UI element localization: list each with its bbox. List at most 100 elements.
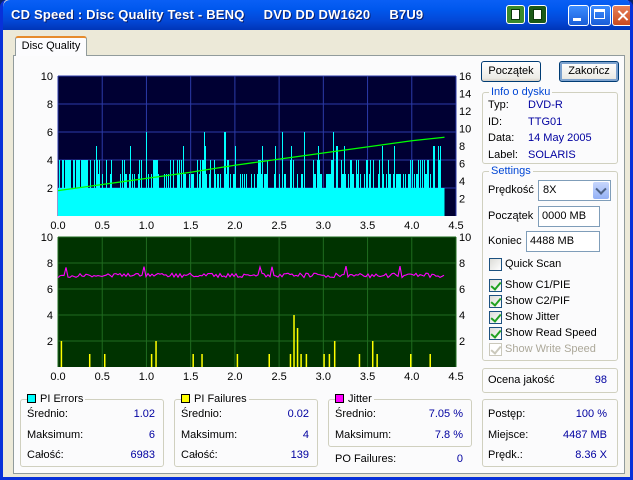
y-right-tick-label: 10 bbox=[459, 124, 471, 136]
pi-failures-bar bbox=[358, 354, 361, 367]
pi-errors-bar bbox=[332, 160, 333, 188]
pi-errors-bar bbox=[210, 160, 211, 188]
pi-errors-bar bbox=[151, 174, 152, 188]
pi-failures-chart: 0.0 0.5 1.0 1.5 2.0 2.5 3.0 3.5 4.0 4.5 2 4 6 8 10 2 4 6 8… bbox=[41, 232, 472, 383]
pi-errors-bar bbox=[204, 132, 205, 188]
show-jitter-checkbox[interactable] bbox=[489, 311, 502, 324]
pi-errors-bar bbox=[320, 174, 321, 188]
tab-disc-quality[interactable]: Disc Quality bbox=[15, 36, 87, 56]
pi-errors-bar bbox=[352, 174, 353, 188]
pi-errors-bar bbox=[96, 146, 97, 188]
pi-errors-bar bbox=[408, 174, 409, 188]
start-position-input[interactable]: 0000 MB bbox=[538, 206, 600, 227]
pi-errors-bar bbox=[77, 160, 78, 188]
y-right-tick-label: 4 bbox=[459, 310, 465, 322]
show-write-speed-checkbox bbox=[489, 343, 502, 356]
finish-button[interactable]: Zakończ bbox=[559, 61, 619, 82]
pi-errors-bar bbox=[240, 174, 241, 188]
copy-icon[interactable] bbox=[506, 5, 525, 24]
show-c2-pif-checkbox[interactable] bbox=[489, 295, 502, 308]
pi-failures-bar bbox=[410, 354, 412, 367]
start-button[interactable]: Początek bbox=[481, 61, 541, 82]
pi-errors-total-label: Całość: bbox=[27, 449, 64, 461]
pi-errors-bar bbox=[261, 174, 262, 188]
pi-errors-bar bbox=[360, 174, 361, 188]
pi-errors-bar bbox=[326, 174, 327, 188]
show-read-speed-checkbox[interactable] bbox=[489, 327, 502, 340]
y-left-tick-label: 4 bbox=[47, 310, 53, 322]
pi-failures-bar bbox=[333, 341, 336, 367]
pi-errors-bar bbox=[90, 160, 91, 188]
end-position-input[interactable]: 4488 MB bbox=[526, 231, 600, 252]
pi-errors-bar bbox=[426, 174, 427, 188]
pi-errors-bar bbox=[373, 160, 374, 188]
pi-errors-bar bbox=[285, 174, 286, 188]
pi-errors-bar bbox=[290, 160, 291, 188]
pi-errors-bar bbox=[440, 146, 441, 188]
window-title: CD Speed : Disc Quality Test - BENQ DVD … bbox=[11, 7, 424, 22]
pi-errors-bar bbox=[242, 174, 243, 188]
show-c1-pie-checkbox[interactable] bbox=[489, 279, 502, 292]
pi-errors-bar bbox=[293, 160, 294, 188]
pi-errors-bar bbox=[267, 160, 268, 188]
progress-value: 100 % bbox=[575, 408, 607, 420]
pi-errors-bar bbox=[398, 174, 399, 188]
pi-failures-bar bbox=[323, 354, 325, 367]
pi-errors-bar bbox=[191, 174, 192, 188]
pi-errors-bar bbox=[217, 174, 218, 188]
chevron-down-icon[interactable] bbox=[593, 182, 609, 199]
title-bar[interactable]: CD Speed : Disc Quality Test - BENQ DVD … bbox=[3, 0, 630, 30]
pi-errors-bar bbox=[67, 160, 68, 188]
pi-errors-bar bbox=[328, 174, 329, 188]
x-tick-label: 2.0 bbox=[227, 371, 242, 383]
pi-errors-bar bbox=[397, 174, 398, 188]
y-right-tick-label: 12 bbox=[459, 106, 471, 118]
speed-select[interactable]: 8X bbox=[538, 180, 611, 201]
pi-failures-bar bbox=[155, 341, 157, 367]
pi-failures-swatch bbox=[181, 394, 190, 403]
pi-failures-bar bbox=[296, 328, 299, 367]
y-right-tick-label: 2 bbox=[459, 336, 465, 348]
pi-errors-bar bbox=[185, 174, 186, 188]
pi-errors-bar bbox=[82, 160, 83, 188]
pi-errors-bar bbox=[274, 174, 275, 188]
save-icon[interactable] bbox=[528, 5, 547, 24]
pi-errors-bar bbox=[386, 174, 387, 188]
close-window-button[interactable] bbox=[612, 5, 630, 26]
pi-errors-bar bbox=[388, 160, 389, 188]
pi-errors-bar bbox=[215, 174, 216, 188]
pi-errors-bar bbox=[439, 160, 440, 188]
pi-errors-bar bbox=[329, 174, 330, 188]
pi-errors-bar bbox=[73, 160, 74, 188]
pi-errors-bar bbox=[333, 132, 334, 188]
pi-errors-bar bbox=[134, 174, 135, 188]
pi-errors-bar bbox=[83, 160, 84, 188]
disc-id-label: ID: bbox=[488, 116, 503, 128]
quick-scan-checkbox[interactable] bbox=[489, 258, 502, 271]
pi-errors-swatch bbox=[27, 394, 36, 403]
pi-errors-bar bbox=[357, 174, 358, 188]
pi-errors-bar bbox=[246, 174, 247, 188]
minimize-button[interactable] bbox=[568, 5, 589, 26]
pi-errors-bar bbox=[130, 146, 131, 188]
pi-errors-bar bbox=[193, 174, 194, 188]
pi-errors-bar bbox=[85, 160, 86, 188]
pi-errors-avg-label: Średnio: bbox=[27, 408, 68, 420]
pi-errors-bar bbox=[393, 174, 394, 188]
pi-errors-bar bbox=[284, 174, 285, 188]
x-tick-label: 1.0 bbox=[139, 371, 154, 383]
pi-errors-bar bbox=[351, 160, 352, 188]
pi-errors-bar bbox=[218, 174, 219, 188]
maximize-button[interactable] bbox=[590, 5, 611, 26]
y-left-tick-label: 6 bbox=[47, 127, 53, 139]
pi-errors-bar bbox=[148, 174, 149, 188]
pi-errors-bar bbox=[97, 160, 98, 188]
pi-errors-bar bbox=[291, 146, 292, 188]
pi-errors-bar bbox=[258, 160, 259, 188]
pi-errors-bar bbox=[227, 160, 228, 188]
y-right-tick-label: 14 bbox=[459, 89, 471, 101]
pi-failures-bar bbox=[300, 354, 302, 367]
pi-errors-avg-value: 1.02 bbox=[133, 408, 155, 420]
pi-errors-bar bbox=[184, 174, 185, 188]
progress-label: Postęp: bbox=[488, 408, 526, 420]
